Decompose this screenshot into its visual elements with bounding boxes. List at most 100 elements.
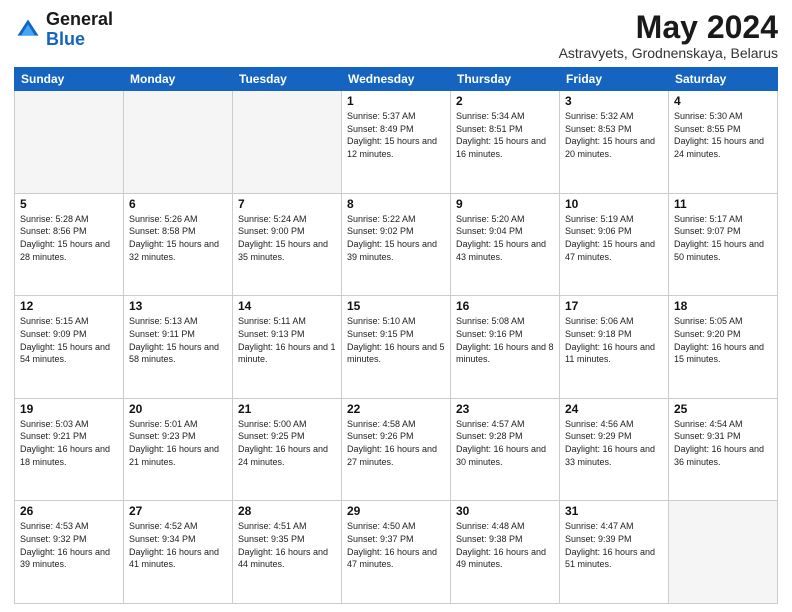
day-number: 23 [456,402,554,416]
day-info: Sunrise: 4:47 AM Sunset: 9:39 PM Dayligh… [565,520,663,570]
day-info: Sunrise: 4:54 AM Sunset: 9:31 PM Dayligh… [674,418,772,468]
header: General Blue May 2024 Astravyets, Grodne… [14,10,778,61]
calendar-cell: 7Sunrise: 5:24 AM Sunset: 9:00 PM Daylig… [233,193,342,296]
calendar-cell: 5 Sunrise: 5:28 AM Sunset: 8:56 PM Daylig… [15,193,124,296]
header-right: May 2024 Astravyets, Grodnenskaya, Belar… [559,10,778,61]
day-number: 24 [565,402,663,416]
calendar-cell: 4 Sunrise: 5:30 AM Sunset: 8:55 PM Daylig… [669,91,778,194]
calendar-cell: 1 Sunrise: 5:37 AM Sunset: 8:49 PM Daylig… [342,91,451,194]
calendar-week-2: 5 Sunrise: 5:28 AM Sunset: 8:56 PM Daylig… [15,193,778,296]
day-number: 1 [347,94,445,108]
calendar-cell: 12 Sunrise: 5:15 AM Sunset: 9:09 PM Dayli… [15,296,124,399]
logo-text: General Blue [46,10,113,50]
day-number: 16 [456,299,554,313]
logo-blue: Blue [46,29,85,49]
calendar-header-thursday: Thursday [451,68,560,91]
day-number: 11 [674,197,772,211]
day-info: Sunrise: 5:06 AM Sunset: 9:18 PM Dayligh… [565,315,663,365]
day-number: 10 [565,197,663,211]
calendar-cell [669,501,778,604]
page-title: May 2024 [559,10,778,45]
day-number: 6 [129,197,227,211]
calendar-cell: 8 Sunrise: 5:22 AM Sunset: 9:02 PM Daylig… [342,193,451,296]
day-info: Sunrise: 5:28 AM Sunset: 8:56 PM Dayligh… [20,213,118,263]
day-number: 27 [129,504,227,518]
day-info: Sunrise: 5:01 AM Sunset: 9:23 PM Dayligh… [129,418,227,468]
day-number: 20 [129,402,227,416]
day-info: Sunrise: 5:08 AM Sunset: 9:16 PM Dayligh… [456,315,554,365]
calendar-cell: 10Sunrise: 5:19 AM Sunset: 9:06 PM Dayli… [560,193,669,296]
day-number: 9 [456,197,554,211]
day-info: Sunrise: 4:50 AM Sunset: 9:37 PM Dayligh… [347,520,445,570]
day-info: Sunrise: 4:48 AM Sunset: 9:38 PM Dayligh… [456,520,554,570]
calendar-cell: 13Sunrise: 5:13 AM Sunset: 9:11 PM Dayli… [124,296,233,399]
day-info: Sunrise: 5:15 AM Sunset: 9:09 PM Dayligh… [20,315,118,365]
calendar-cell: 22 Sunrise: 4:58 AM Sunset: 9:26 PM Dayli… [342,398,451,501]
day-number: 25 [674,402,772,416]
day-info: Sunrise: 4:58 AM Sunset: 9:26 PM Dayligh… [347,418,445,468]
day-info: Sunrise: 5:17 AM Sunset: 9:07 PM Dayligh… [674,213,772,263]
calendar-week-5: 26 Sunrise: 4:53 AM Sunset: 9:32 PM Dayli… [15,501,778,604]
day-number: 5 [20,197,118,211]
calendar-cell: 31 Sunrise: 4:47 AM Sunset: 9:39 PM Dayli… [560,501,669,604]
day-number: 2 [456,94,554,108]
day-info: Sunrise: 5:20 AM Sunset: 9:04 PM Dayligh… [456,213,554,263]
calendar-header-wednesday: Wednesday [342,68,451,91]
calendar-cell: 26 Sunrise: 4:53 AM Sunset: 9:32 PM Dayli… [15,501,124,604]
calendar-cell: 25 Sunrise: 4:54 AM Sunset: 9:31 PM Dayli… [669,398,778,501]
calendar-cell: 30Sunrise: 4:48 AM Sunset: 9:38 PM Dayli… [451,501,560,604]
calendar-cell: 24 Sunrise: 4:56 AM Sunset: 9:29 PM Dayli… [560,398,669,501]
day-number: 31 [565,504,663,518]
calendar-cell: 17 Sunrise: 5:06 AM Sunset: 9:18 PM Dayli… [560,296,669,399]
calendar-cell [15,91,124,194]
day-info: Sunrise: 5:05 AM Sunset: 9:20 PM Dayligh… [674,315,772,365]
calendar-cell [233,91,342,194]
day-info: Sunrise: 4:52 AM Sunset: 9:34 PM Dayligh… [129,520,227,570]
day-info: Sunrise: 5:10 AM Sunset: 9:15 PM Dayligh… [347,315,445,365]
calendar-header-saturday: Saturday [669,68,778,91]
calendar-cell: 23 Sunrise: 4:57 AM Sunset: 9:28 PM Dayli… [451,398,560,501]
calendar-cell: 14 Sunrise: 5:11 AM Sunset: 9:13 PM Dayli… [233,296,342,399]
day-number: 22 [347,402,445,416]
day-info: Sunrise: 4:56 AM Sunset: 9:29 PM Dayligh… [565,418,663,468]
day-info: Sunrise: 5:11 AM Sunset: 9:13 PM Dayligh… [238,315,336,365]
day-number: 29 [347,504,445,518]
day-info: Sunrise: 5:26 AM Sunset: 8:58 PM Dayligh… [129,213,227,263]
calendar-cell: 27 Sunrise: 4:52 AM Sunset: 9:34 PM Dayli… [124,501,233,604]
calendar-cell: 6 Sunrise: 5:26 AM Sunset: 8:58 PM Daylig… [124,193,233,296]
calendar-cell: 28Sunrise: 4:51 AM Sunset: 9:35 PM Dayli… [233,501,342,604]
day-info: Sunrise: 5:00 AM Sunset: 9:25 PM Dayligh… [238,418,336,468]
day-info: Sunrise: 5:34 AM Sunset: 8:51 PM Dayligh… [456,110,554,160]
logo-general: General [46,9,113,29]
calendar-cell: 15 Sunrise: 5:10 AM Sunset: 9:15 PM Dayli… [342,296,451,399]
day-number: 12 [20,299,118,313]
day-info: Sunrise: 5:37 AM Sunset: 8:49 PM Dayligh… [347,110,445,160]
day-number: 15 [347,299,445,313]
calendar-header-friday: Friday [560,68,669,91]
calendar-table: SundayMondayTuesdayWednesdayThursdayFrid… [14,67,778,604]
day-number: 17 [565,299,663,313]
calendar-cell [124,91,233,194]
day-number: 8 [347,197,445,211]
day-number: 26 [20,504,118,518]
calendar-week-1: 1 Sunrise: 5:37 AM Sunset: 8:49 PM Daylig… [15,91,778,194]
day-info: Sunrise: 4:53 AM Sunset: 9:32 PM Dayligh… [20,520,118,570]
day-info: Sunrise: 4:57 AM Sunset: 9:28 PM Dayligh… [456,418,554,468]
calendar-cell: 21 Sunrise: 5:00 AM Sunset: 9:25 PM Dayli… [233,398,342,501]
calendar-cell: 9 Sunrise: 5:20 AM Sunset: 9:04 PM Daylig… [451,193,560,296]
calendar-header-monday: Monday [124,68,233,91]
day-info: Sunrise: 5:30 AM Sunset: 8:55 PM Dayligh… [674,110,772,160]
logo: General Blue [14,10,113,50]
day-number: 3 [565,94,663,108]
day-number: 4 [674,94,772,108]
calendar-cell: 18 Sunrise: 5:05 AM Sunset: 9:20 PM Dayli… [669,296,778,399]
day-number: 18 [674,299,772,313]
logo-icon [14,16,42,44]
calendar-cell: 11 Sunrise: 5:17 AM Sunset: 9:07 PM Dayli… [669,193,778,296]
day-number: 21 [238,402,336,416]
day-info: Sunrise: 5:24 AM Sunset: 9:00 PM Dayligh… [238,213,336,263]
day-info: Sunrise: 5:22 AM Sunset: 9:02 PM Dayligh… [347,213,445,263]
day-info: Sunrise: 4:51 AM Sunset: 9:35 PM Dayligh… [238,520,336,570]
calendar-week-4: 19Sunrise: 5:03 AM Sunset: 9:21 PM Dayli… [15,398,778,501]
day-number: 14 [238,299,336,313]
